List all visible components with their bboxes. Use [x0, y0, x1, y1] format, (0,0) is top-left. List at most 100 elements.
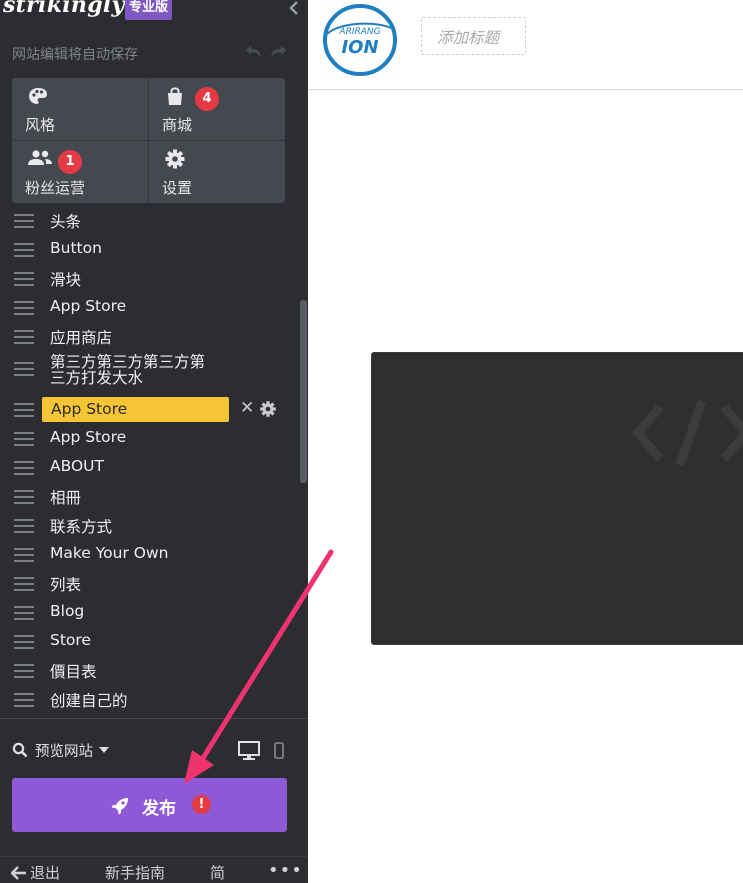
drag-handle-icon[interactable] [14, 461, 34, 475]
embed-code-block[interactable] [371, 352, 743, 645]
publish-button[interactable]: 发布 ! [12, 778, 287, 832]
drag-handle-icon[interactable] [14, 548, 34, 562]
page-item[interactable]: Button [0, 235, 300, 264]
site-preview: ARIRANG ION 添加标题 [308, 0, 743, 883]
drag-handle-icon[interactable] [14, 432, 34, 446]
palette-icon [29, 88, 47, 104]
drag-handle-icon[interactable] [14, 519, 34, 533]
arrow-left-icon [11, 866, 26, 880]
mobile-view-icon[interactable] [274, 742, 284, 759]
undo-icon[interactable] [242, 44, 264, 62]
drag-handle-icon[interactable] [14, 693, 34, 707]
redo-icon[interactable] [268, 44, 290, 62]
strikingly-logo: strikingly [3, 0, 125, 18]
more-menu-icon[interactable]: ••• [268, 860, 303, 881]
page-label: 头条 [50, 213, 82, 231]
page-label: 滑块 [50, 271, 82, 289]
drag-handle-icon[interactable] [14, 330, 34, 344]
gear-icon [165, 149, 185, 169]
page-label: 價目表 [50, 663, 97, 681]
drag-handle-icon[interactable] [14, 606, 34, 620]
caret-down-icon [99, 747, 109, 753]
editor-sidebar: strikingly 专业版 网站编辑将自动保存 风格 商城 4 粉丝运营 1 … [0, 0, 308, 883]
users-icon [28, 150, 52, 165]
tile-fans[interactable]: 粉丝运营 1 [12, 141, 148, 203]
preview-label: 预览网站 [35, 744, 93, 760]
page-item[interactable]: ABOUT [0, 453, 300, 482]
exit-label: 退出 [30, 864, 61, 882]
page-item[interactable]: 滑块 [0, 264, 300, 293]
page-item[interactable]: App Store [0, 293, 300, 322]
page-item[interactable]: 第三方第三方第三方第三方打发大水 [0, 354, 300, 392]
collapse-sidebar-button[interactable] [284, 0, 304, 20]
page-label: 创建自己的 [50, 692, 128, 710]
exit-button[interactable]: 退出 [11, 862, 60, 883]
language-switch[interactable]: 简 [210, 862, 225, 883]
page-label: App Store [50, 428, 127, 446]
guide-link[interactable]: 新手指南 [105, 862, 165, 883]
tile-label: 粉丝运营 [25, 179, 86, 197]
drag-handle-icon[interactable] [14, 243, 34, 257]
page-label: App Store [50, 297, 127, 315]
publish-label: 发布 [142, 799, 176, 819]
drag-handle-icon[interactable] [14, 272, 34, 286]
drag-handle-icon[interactable] [14, 403, 34, 417]
page-item-active[interactable]: App Store ✕ [0, 395, 300, 424]
logo-bottom-text: ION [341, 37, 378, 58]
search-icon [12, 742, 28, 758]
warning-badge-icon: ! [192, 795, 211, 814]
preview-site-button[interactable]: 预览网站 [12, 740, 122, 760]
desktop-view-icon[interactable] [238, 741, 260, 760]
page-item[interactable]: 價目表 [0, 656, 300, 685]
code-icon [632, 399, 743, 467]
page-item[interactable]: Store [0, 627, 300, 656]
page-label: Blog [50, 602, 85, 620]
page-label: Make Your Own [50, 544, 169, 562]
tile-divider [12, 140, 285, 141]
page-label: Button [50, 239, 102, 257]
shopping-bag-icon [168, 87, 182, 105]
page-item[interactable]: 联系方式 [0, 511, 300, 540]
drag-handle-icon[interactable] [14, 362, 34, 376]
notification-badge: 1 [58, 150, 82, 174]
page-item[interactable]: 头条 [0, 206, 300, 235]
page-label: 联系方式 [50, 518, 113, 536]
scrollbar-thumb[interactable] [300, 300, 307, 483]
drag-handle-icon[interactable] [14, 301, 34, 315]
site-header: ARIRANG ION 添加标题 [308, 0, 743, 90]
drag-handle-icon[interactable] [14, 577, 34, 591]
page-item[interactable]: Make Your Own [0, 540, 300, 569]
tile-settings[interactable]: 设置 [149, 141, 285, 203]
page-item[interactable]: 应用商店 [0, 322, 300, 351]
sidebar-footer: 退出 新手指南 简 ••• [0, 856, 308, 883]
page-item[interactable]: 相冊 [0, 482, 300, 511]
page-label: 列表 [50, 576, 82, 594]
tile-label: 风格 [25, 116, 56, 134]
page-item[interactable]: 列表 [0, 569, 300, 598]
tile-store[interactable]: 商城 4 [149, 78, 285, 140]
drag-handle-icon[interactable] [14, 664, 34, 678]
drag-handle-icon[interactable] [14, 635, 34, 649]
page-settings-gear-icon[interactable] [259, 400, 277, 418]
delete-page-icon[interactable]: ✕ [240, 398, 254, 418]
page-label: 相冊 [50, 489, 82, 507]
site-logo[interactable]: ARIRANG ION [319, 4, 401, 76]
tile-style[interactable]: 风格 [12, 78, 148, 140]
plan-badge: 专业版 [125, 0, 173, 20]
editor-window: strikingly 专业版 网站编辑将自动保存 风格 商城 4 粉丝运营 1 … [0, 0, 743, 883]
notification-badge: 4 [195, 87, 219, 111]
drag-handle-icon[interactable] [14, 214, 34, 228]
feature-tiles: 风格 商城 4 粉丝运营 1 设置 [12, 78, 285, 203]
rocket-icon [111, 798, 128, 815]
page-label: ABOUT [50, 457, 104, 475]
drag-handle-icon[interactable] [14, 490, 34, 504]
brand-row: strikingly 专业版 [0, 0, 308, 30]
tile-label: 商城 [162, 116, 193, 134]
add-title-field[interactable]: 添加标题 [421, 17, 526, 55]
logo-top-text: ARIRANG [338, 27, 380, 37]
page-item[interactable]: 创建自己的 [0, 685, 300, 714]
autosave-notice: 网站编辑将自动保存 [12, 47, 138, 63]
page-item[interactable]: Blog [0, 598, 300, 627]
page-item[interactable]: App Store [0, 424, 300, 453]
tile-label: 设置 [162, 179, 193, 197]
